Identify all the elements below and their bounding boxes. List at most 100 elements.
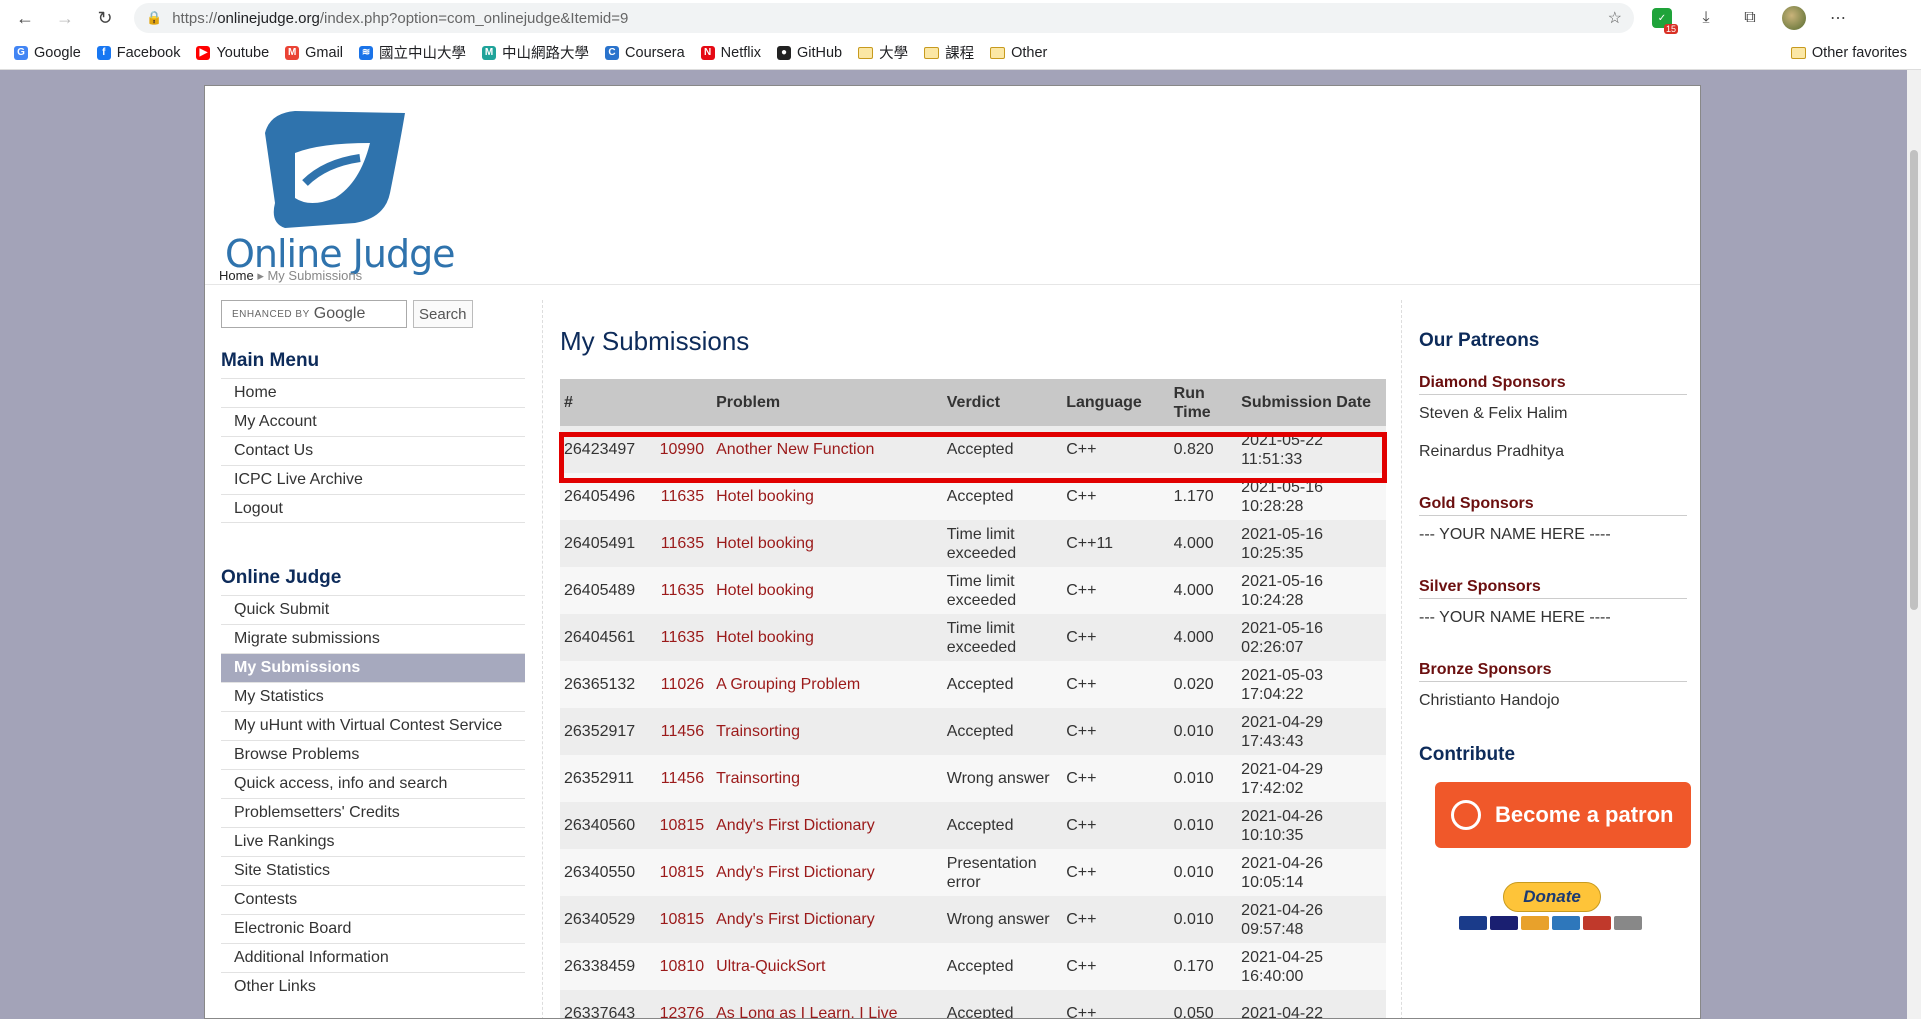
bookmark-item-9[interactable]: 大學	[858, 42, 908, 63]
bookmark-github[interactable]: ● GitHub	[776, 45, 842, 61]
problem-name[interactable]: Andy's First Dictionary	[712, 849, 943, 896]
more-menu-icon[interactable]: ⋯	[1826, 6, 1850, 30]
problem-name[interactable]: Andy's First Dictionary	[712, 802, 943, 849]
menu-item-problemsetters-credits[interactable]: Problemsetters' Credits	[221, 798, 525, 827]
extension-icon[interactable]: ✓ 15	[1650, 6, 1678, 34]
bookmark-label: Coursera	[625, 44, 685, 61]
run-time: 0.170	[1173, 958, 1214, 975]
bookmark-label: Other	[1011, 44, 1048, 61]
problem-name[interactable]: Ultra-QuickSort	[712, 943, 943, 990]
problem-id[interactable]: 11456	[656, 755, 713, 802]
url-scheme: https://	[172, 9, 218, 27]
table-row: 26340560 10815 Andy's First Dictionary Acce…	[560, 802, 1386, 849]
problem-id[interactable]: 11026	[656, 661, 713, 708]
problem-id[interactable]: 10815	[656, 849, 713, 896]
problem-id[interactable]: 10810	[656, 943, 713, 990]
bookmark-youtube[interactable]: ▶ Youtube	[196, 45, 269, 61]
problem-id[interactable]: 11635	[656, 567, 713, 614]
problem-name[interactable]: Hotel booking	[712, 520, 943, 567]
menu-item-home[interactable]: Home	[221, 378, 525, 407]
other-favorites-label: Other favorites	[1811, 44, 1907, 61]
language: C++	[1066, 582, 1097, 599]
address-bar[interactable]: 🔒 https://onlinejudge.org/index.php?opti…	[134, 3, 1634, 33]
menu-item-contests[interactable]: Contests	[221, 885, 525, 914]
problem-id[interactable]: 11635	[656, 614, 713, 661]
bookmark-other[interactable]: Other	[990, 45, 1047, 61]
menu-item-additional-information[interactable]: Additional Information	[221, 943, 525, 972]
menu-item-my-submissions[interactable]: My Submissions	[221, 653, 525, 682]
submission-id: 26365132	[564, 676, 636, 693]
collections-icon[interactable]: ⧉	[1738, 6, 1762, 30]
download-icon[interactable]: ⤓	[1694, 6, 1718, 30]
reload-icon[interactable]: ↻	[90, 3, 120, 33]
column-header-item: #	[564, 394, 573, 411]
run-time: 0.010	[1173, 864, 1214, 881]
cyber-univ-icon: M	[482, 45, 497, 60]
bookmark-netflix[interactable]: N Netflix	[700, 45, 761, 61]
problem-id[interactable]: 12376	[656, 990, 713, 1018]
browser-chrome: ← → ↻ 🔒 https://onlinejudge.org/index.ph…	[0, 0, 1921, 70]
extension-badge: 15	[1663, 24, 1678, 34]
verdict: Accepted	[946, 958, 1014, 975]
google-brand: Google	[313, 305, 366, 322]
breadcrumb-home[interactable]: Home	[219, 268, 254, 283]
menu-item-browse-problems[interactable]: Browse Problems	[221, 740, 525, 769]
language: C++	[1066, 864, 1097, 881]
menu-item-logout[interactable]: Logout	[221, 494, 525, 523]
menu-item-quick-submit[interactable]: Quick Submit	[221, 595, 525, 624]
menu-item-icpc-live-archive[interactable]: ICPC Live Archive	[221, 465, 525, 494]
menu-item-my-uhunt-with-virtual-contest-service[interactable]: My uHunt with Virtual Contest Service	[221, 711, 525, 740]
problem-name[interactable]: Trainsorting	[712, 755, 943, 802]
other-favorites[interactable]: Other favorites	[1790, 44, 1907, 61]
menu-item-migrate-submissions[interactable]: Migrate submissions	[221, 624, 525, 653]
become-patron-button[interactable]: Become a patron	[1435, 782, 1691, 848]
bookmark-item-10[interactable]: 課程	[924, 42, 974, 63]
bookmark-label: Google	[34, 44, 81, 61]
search-button[interactable]: Search	[413, 300, 473, 328]
problem-name[interactable]: Trainsorting	[712, 708, 943, 755]
patreons-title: Our Patreons	[1419, 330, 1540, 351]
column-header-verdict: Verdict	[946, 394, 1001, 411]
problem-id[interactable]: 10815	[656, 896, 713, 943]
menu-item-live-rankings[interactable]: Live Rankings	[221, 827, 525, 856]
problem-name[interactable]: Hotel booking	[712, 614, 943, 661]
profile-avatar[interactable]	[1782, 6, 1806, 30]
back-icon[interactable]: ←	[10, 3, 40, 33]
problem-name[interactable]: A Grouping Problem	[712, 661, 943, 708]
verdict: Wrong answer	[946, 911, 1050, 928]
lock-icon[interactable]: 🔒	[146, 10, 162, 26]
menu-item-my-account[interactable]: My Account	[221, 407, 525, 436]
forward-icon[interactable]: →	[50, 3, 80, 33]
menu-item-my-statistics[interactable]: My Statistics	[221, 682, 525, 711]
problem-id[interactable]: 11635	[656, 520, 713, 567]
search-input[interactable]: ENHANCED BY Google	[221, 300, 407, 328]
problem-id[interactable]: 10815	[656, 802, 713, 849]
favorite-star-icon[interactable]: ☆	[1608, 8, 1622, 28]
column-header-problem: Problem	[716, 394, 781, 411]
bookmark-item-4[interactable]: ≋ 國立中山大學	[359, 42, 466, 63]
problem-name[interactable]: Andy's First Dictionary	[712, 896, 943, 943]
sponsor-groups: Diamond Sponsors Steven & Felix Halim Rein…	[1419, 374, 1687, 710]
bookmark-facebook[interactable]: f Facebook	[96, 44, 181, 61]
problem-name[interactable]: As Long as I Learn, I Live	[712, 990, 943, 1018]
bookmark-gmail[interactable]: M Gmail	[285, 45, 343, 61]
bookmark-coursera[interactable]: C Coursera	[605, 45, 685, 61]
menu-item-quick-access-info-and-search[interactable]: Quick access, info and search	[221, 769, 525, 798]
submission-date: 2021-05-16 02:26:07	[1241, 619, 1324, 656]
menu-item-contact-us[interactable]: Contact Us	[221, 436, 525, 465]
menu-item-electronic-board[interactable]: Electronic Board	[221, 914, 525, 943]
gmail-icon: M	[285, 45, 300, 60]
bookmark-item-5[interactable]: M 中山網路大學	[482, 42, 589, 63]
menu-item-site-statistics[interactable]: Site Statistics	[221, 856, 525, 885]
submission-date: 2021-04-25 16:40:00	[1241, 948, 1324, 985]
page-scrollbar[interactable]	[1907, 70, 1921, 1019]
donate-button[interactable]: Donate	[1503, 882, 1601, 912]
scrollbar-thumb[interactable]	[1910, 150, 1918, 610]
menu-item-other-links[interactable]: Other Links	[221, 972, 525, 1001]
bookmark-label: Facebook	[116, 44, 181, 61]
verdict: Presentation error	[946, 854, 1037, 891]
problem-id[interactable]: 11456	[656, 708, 713, 755]
bookmark-google[interactable]: G Google	[14, 45, 81, 61]
bookmark-label: 國立中山大學	[379, 46, 467, 62]
problem-name[interactable]: Hotel booking	[712, 567, 943, 614]
